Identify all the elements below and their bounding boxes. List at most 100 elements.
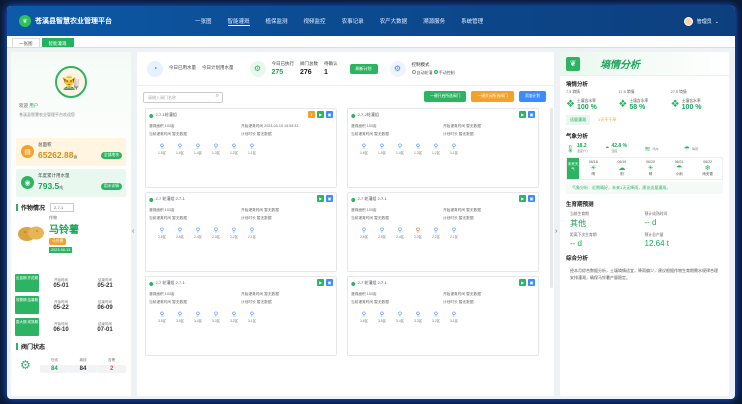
valve-item[interactable]: ⚲ 1-5区 xyxy=(171,143,189,155)
valve-item[interactable]: ⚲ 1-1区 xyxy=(243,143,261,155)
valve-item[interactable]: ⚲ 1-2区 xyxy=(427,143,445,155)
nav-item[interactable]: 农产大数据 xyxy=(380,17,408,26)
valve-item[interactable]: ⚲ 2-1区 xyxy=(445,227,463,239)
valve-item[interactable]: ⚲ 2-4区 xyxy=(391,227,409,239)
tab-irrigation[interactable]: 智能灌溉 xyxy=(41,38,74,47)
valve-item[interactable]: ⚲ 2-3区 xyxy=(207,227,225,239)
water-button[interactable]: 用水详情 xyxy=(100,183,122,190)
settings-icon[interactable]: ▣ xyxy=(528,279,535,286)
valve-item[interactable]: ⚲ 3-5区 xyxy=(171,311,189,323)
valve-icon: ⚲ xyxy=(177,144,183,150)
play-icon[interactable]: ▶ xyxy=(317,195,324,202)
nav-item[interactable]: 智能灌溉 xyxy=(227,17,250,26)
valve-group-card[interactable]: ⬤ 2-7 轮灌组 2-7-1 ▶ ▣ 灌溉面积 103亩 开始灌溉时间 暂无数据 当前… xyxy=(347,192,539,272)
valve-group-card[interactable]: ⬤ 2-7 轮灌组 2-7-1 ▶ ▣ 灌溉面积 103亩 开始灌溉时间 暂无数据 当前… xyxy=(145,276,337,356)
valve-item[interactable]: ⚲ 1-4区 xyxy=(189,143,207,155)
valve-item[interactable]: ⚲ 1-6区 xyxy=(355,143,373,155)
valve-item[interactable]: ⚲ 2-4区 xyxy=(189,227,207,239)
group-area: 灌溉面积 103亩 xyxy=(351,292,377,296)
settings-icon[interactable]: ▣ xyxy=(528,195,535,202)
group-duration: 计划时长 暂无数据 xyxy=(241,216,272,220)
valve-group-card[interactable]: ⬤ 2-7 轮灌组 2-7-1 ▶ ▣ 灌溉面积 103亩 开始灌溉时间 暂无数据 当前… xyxy=(145,192,337,272)
play-icon[interactable]: ▶ xyxy=(519,111,526,118)
settings-icon[interactable]: ▣ xyxy=(326,279,333,286)
valve-item[interactable]: ⚲ 2-3区 xyxy=(409,227,427,239)
valve-item[interactable]: ⚲ 1-1区 xyxy=(445,143,463,155)
nav-item[interactable]: 溯源服务 xyxy=(423,17,445,26)
valve-item[interactable]: ⚲ 3-1区 xyxy=(445,311,463,323)
nav-item[interactable]: 一张图 xyxy=(195,17,212,26)
valve-item[interactable]: ⚲ 2-2区 xyxy=(427,227,445,239)
area-button[interactable]: 全部地块 xyxy=(100,152,122,159)
valve-item[interactable]: ⚲ 1-4区 xyxy=(391,143,409,155)
nav-item[interactable]: 植保监测 xyxy=(266,17,288,26)
group-current-time: 当前灌溉时间 暂无数据 xyxy=(351,216,389,220)
valve-item[interactable]: ⚲ 3-3区 xyxy=(409,311,427,323)
app-title: 苍溪县智慧农业管理平台 xyxy=(35,18,112,25)
valve-item[interactable]: ⚲ 3-6区 xyxy=(153,311,171,323)
chevron-left-icon[interactable]: ‹ xyxy=(132,228,134,235)
valve-item[interactable]: ⚲ 3-2区 xyxy=(427,311,445,323)
alarm-count: 2 xyxy=(97,364,127,373)
crop-select[interactable]: 2-7-1 xyxy=(50,203,75,212)
valve-item[interactable]: ⚲ 2-6区 xyxy=(355,227,373,239)
valve-group-card[interactable]: ⬤ 2-7-2轮灌组 ▶ ▣ 灌溉面积 103亩 开始灌溉时间 暂无数据 当前灌溉时间 … xyxy=(347,108,539,188)
close-all-button[interactable]: 一键关闭所选阀门 xyxy=(471,91,514,102)
valve-item[interactable]: ⚲ 2-5区 xyxy=(373,227,391,239)
play-icon[interactable]: ▶ xyxy=(519,195,526,202)
valve-item[interactable]: ⚲ 1-6区 xyxy=(153,143,171,155)
scrollbar[interactable] xyxy=(550,108,553,288)
valve-item[interactable]: ⚲ 2-2区 xyxy=(225,227,243,239)
play-icon[interactable]: ▶ xyxy=(317,111,324,118)
chevron-right-icon[interactable]: › xyxy=(555,228,557,235)
add-plan-button[interactable]: 添加计划 xyxy=(518,91,546,102)
valve-item[interactable]: ⚲ 3-4区 xyxy=(391,311,409,323)
pending-label: 待确认 xyxy=(324,61,338,66)
nav-item[interactable]: 视频监控 xyxy=(304,17,326,26)
valve-item[interactable]: ⚲ 3-5区 xyxy=(373,311,391,323)
potato-image xyxy=(18,226,44,241)
user-menu[interactable]: 管理员 ⌄ xyxy=(683,17,719,26)
stage-button[interactable]: 出苗期 开花期 xyxy=(15,274,39,292)
valve-item[interactable]: ⚲ 3-6区 xyxy=(355,311,373,323)
valve-item[interactable]: ⚲ 2-5区 xyxy=(171,227,189,239)
refresh-plan-button[interactable]: 刷新计划 xyxy=(349,63,378,74)
radio-manual[interactable]: 手动控制 xyxy=(433,70,455,75)
settings-icon[interactable]: ▣ xyxy=(528,111,535,118)
water-meter-icon: ◔ xyxy=(147,60,163,77)
play-icon[interactable]: ▶ xyxy=(519,279,526,286)
valve-item[interactable]: ⚲ 3-1区 xyxy=(243,311,261,323)
settings-icon[interactable]: ▣ xyxy=(326,195,333,202)
rain-icon: ☂ xyxy=(683,145,691,153)
stage-button[interactable]: 现蕾期 结薯期 xyxy=(15,296,39,314)
radio-auto[interactable]: 自动轮灌 xyxy=(411,70,433,75)
valve-item[interactable]: ⚲ 3-4区 xyxy=(189,311,207,323)
open-all-button[interactable]: 一键开启所选阀门 xyxy=(424,91,467,102)
soil-section-title: 墒情分析 xyxy=(566,82,589,88)
play-icon[interactable]: ▶ xyxy=(317,279,324,286)
valve-item[interactable]: ⚲ 2-1区 xyxy=(243,227,261,239)
valve-item[interactable]: ⚲ 1-5区 xyxy=(373,143,391,155)
pin-icon: ⬤ xyxy=(149,112,154,118)
settings-icon[interactable]: ▣ xyxy=(326,111,333,118)
search-input[interactable]: 请输入阀门名称 xyxy=(143,91,223,103)
valve-group-card[interactable]: ⬤ 2-7-1轮灌组 ‖ ▶ ▣ 灌溉面积 103亩 开始灌溉时间 2023-03-10… xyxy=(145,108,337,188)
valve-item[interactable]: ⚲ 3-3区 xyxy=(207,311,225,323)
valve-item[interactable]: ⚲ 1-2区 xyxy=(225,143,243,155)
device-section-title: 阀门状态 xyxy=(11,339,131,354)
valve-item[interactable]: ⚲ 2-6区 xyxy=(153,227,171,239)
stage-button[interactable]: 膨大期 成熟期 xyxy=(15,318,39,336)
pause-icon[interactable]: ‖ xyxy=(308,111,315,118)
nav-item[interactable]: 农事记录 xyxy=(342,17,364,26)
valve-icon: ⚲ xyxy=(397,228,403,234)
valve-group-card[interactable]: ⬤ 2-7 轮灌组 2-7-1 ▶ ▣ 灌溉面积 103亩 开始灌溉时间 暂无数据 当前… xyxy=(347,276,539,356)
valve-item[interactable]: ⚲ 3-2区 xyxy=(225,311,243,323)
group-current-time: 当前灌溉时间 暂无数据 xyxy=(351,132,389,136)
tab-home[interactable]: 一张图 xyxy=(12,38,40,47)
valve-item[interactable]: ⚲ 1-3区 xyxy=(207,143,225,155)
area-card: ▤ 总面积 65262.88亩 全部地块 xyxy=(16,138,126,166)
nav-item[interactable]: 系统管理 xyxy=(461,17,483,26)
wind-icon: ≋ xyxy=(644,145,651,153)
valve-item[interactable]: ⚲ 1-3区 xyxy=(409,143,427,155)
soil-item: 27.5 墒情 ❖ 土壤含水率 100 % xyxy=(670,90,702,111)
